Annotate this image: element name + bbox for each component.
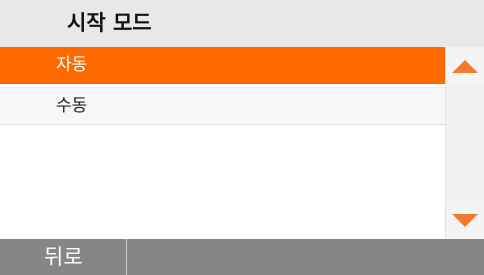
list-item-manual[interactable]: 수동 [0,87,445,125]
back-button[interactable]: 뒤로 [0,239,127,275]
scrollbar[interactable] [445,47,484,239]
list-item-auto[interactable]: 자동 [0,47,445,84]
start-mode-screen: 시작 모드 자동 수동 뒤로 [0,0,484,275]
triangle-up-icon [452,60,478,73]
page-title: 시작 모드 [67,11,152,35]
back-button-label: 뒤로 [44,245,83,269]
bottom-bar: 뒤로 [0,239,484,275]
list-item-label: 수동 [56,96,88,116]
mode-list: 자동 수동 [0,47,445,239]
list-item-label: 자동 [56,55,88,75]
scroll-up-button[interactable] [446,48,484,86]
title-bar: 시작 모드 [0,0,484,47]
scroll-down-button[interactable] [446,201,484,239]
triangle-down-icon [452,214,478,227]
